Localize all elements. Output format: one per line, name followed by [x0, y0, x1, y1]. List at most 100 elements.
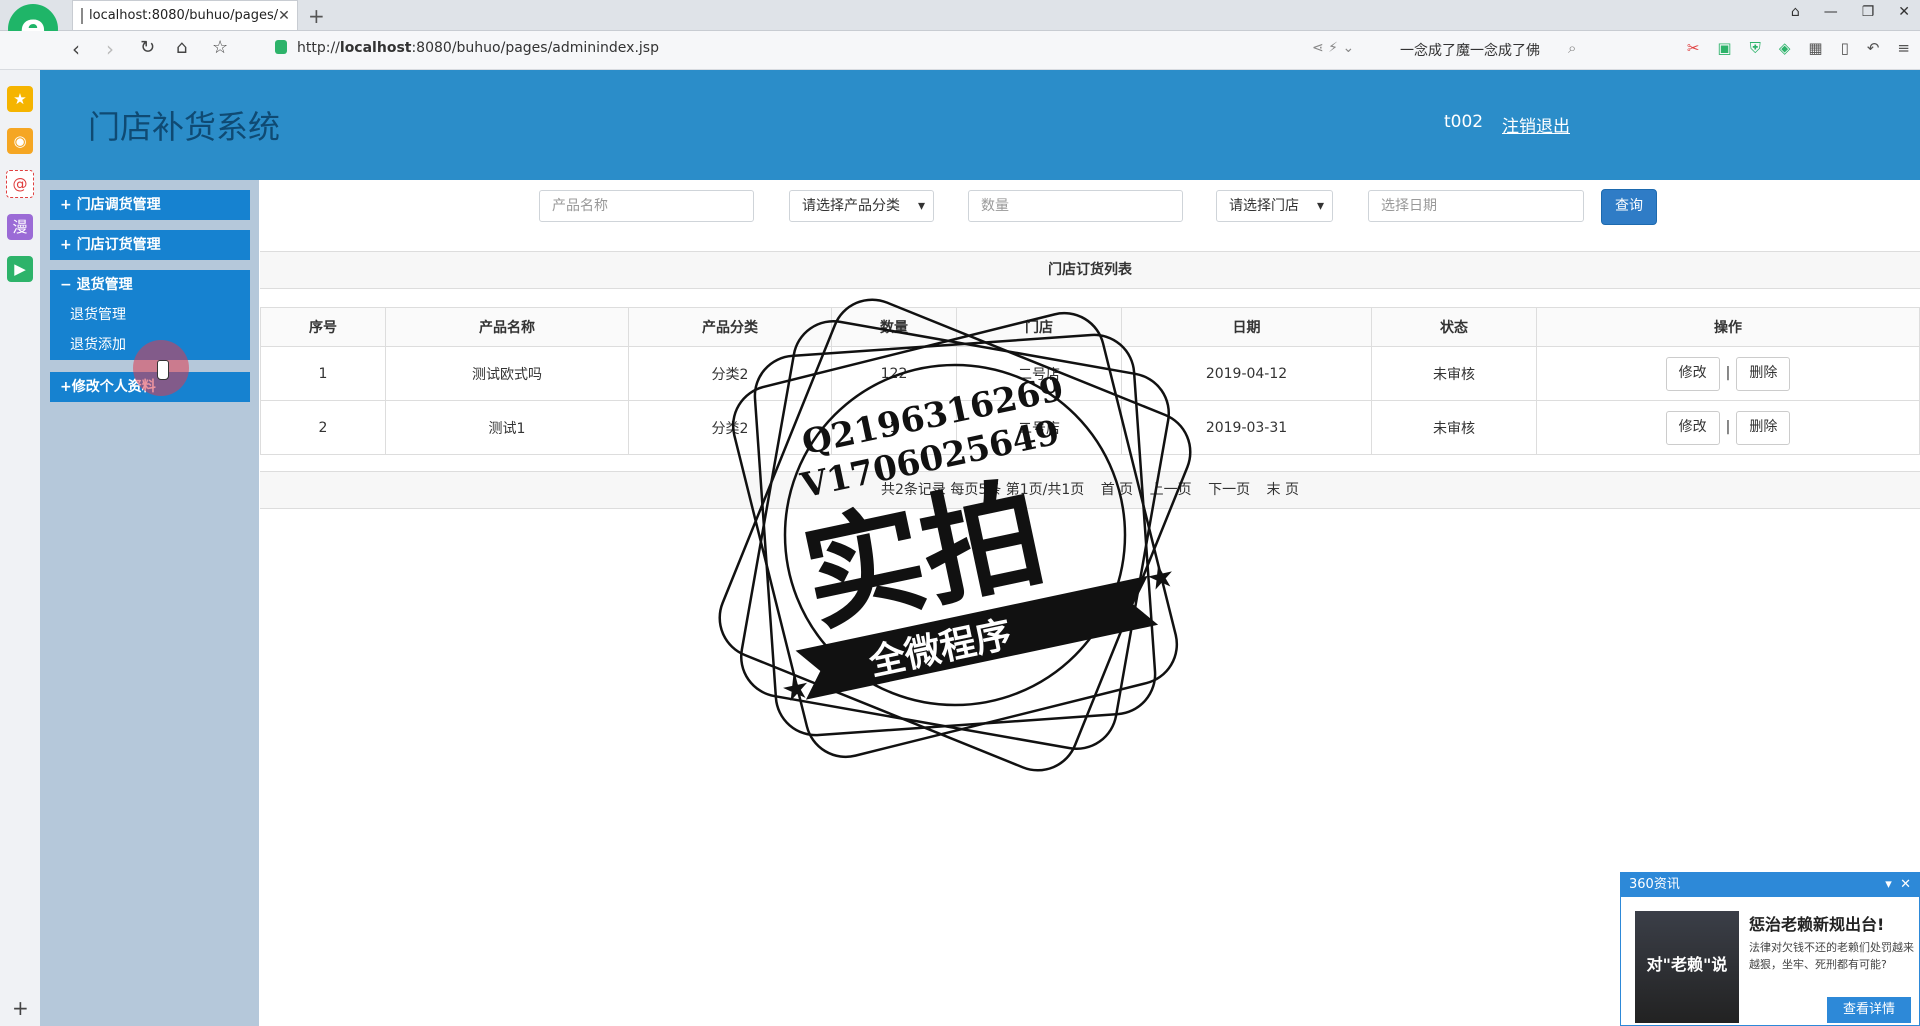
current-user: t002 — [1444, 112, 1484, 132]
share-icon[interactable]: ⋖ ⚡ ⌄ — [1312, 40, 1354, 56]
window-close-icon[interactable]: ✕ — [1898, 4, 1910, 20]
cell-date: 2019-04-12 — [1121, 346, 1372, 401]
search-icon[interactable]: ⌕ — [1568, 39, 1576, 57]
cell-store: 二号店 — [956, 346, 1122, 401]
pagination-summary: 共2条记录 每页5条 第1页/共1页 — [881, 482, 1085, 498]
url-field[interactable]: http://localhost:8080/buhuo/pages/admini… — [275, 40, 659, 56]
secure-shield-icon — [275, 40, 287, 54]
cell-actions: 修改 | 删除 — [1536, 346, 1920, 401]
news-close-icon[interactable]: ✕ — [1900, 877, 1911, 892]
forward-icon[interactable]: › — [106, 37, 114, 61]
game-icon[interactable]: ◈ — [1779, 39, 1791, 57]
apps-grid-icon[interactable]: ▦ — [1808, 39, 1822, 57]
table-caption: 门店订货列表 — [260, 251, 1920, 289]
next-page-link[interactable]: 下一页 — [1208, 482, 1250, 498]
logout-link[interactable]: 注销退出 — [1502, 112, 1570, 137]
browser-tab-bar: localhost:8080/buhuo/pages/ ✕ + ⌂ — ❐ ✕ — [0, 0, 1920, 31]
cell-index: 2 — [260, 400, 386, 455]
news-image-caption: 对"老赖"说 — [1646, 955, 1728, 974]
delete-button[interactable]: 删除 — [1736, 356, 1791, 391]
col-header-actions: 操作 — [1536, 307, 1920, 347]
cell-product-name: 测试1 — [385, 400, 629, 455]
menu-group-store-transfer[interactable]: + 门店调货管理 — [50, 190, 250, 220]
col-header-store: 门店 — [956, 307, 1122, 347]
restore-icon[interactable]: ❐ — [1862, 4, 1875, 20]
browser-tab[interactable]: localhost:8080/buhuo/pages/ ✕ — [72, 0, 298, 30]
news-popup-title: 360资讯 — [1629, 877, 1680, 892]
mouse-cursor-icon — [133, 340, 189, 396]
url-scheme: http:// — [297, 40, 340, 56]
add-sidebar-icon[interactable]: + — [12, 996, 29, 1020]
undo-icon[interactable]: ↶ — [1867, 39, 1880, 57]
favorites-icon[interactable]: ★ — [7, 86, 33, 112]
cell-actions: 修改 | 删除 — [1536, 400, 1920, 455]
mail-icon[interactable]: @ — [6, 170, 34, 198]
table-row: 1 测试欧式吗 分类2 122 二号店 2019-04-12 未审核 修改 | 删除 — [260, 346, 1920, 401]
cell-quantity: 1 — [831, 400, 957, 455]
col-header-category: 产品分类 — [628, 307, 832, 347]
cell-status: 未审核 — [1371, 346, 1537, 401]
favorite-star-icon[interactable]: ☆ — [212, 37, 228, 58]
col-header-quantity: 数量 — [831, 307, 957, 347]
menu-group-store-order[interactable]: + 门店订货管理 — [50, 230, 250, 260]
cell-date: 2019-03-31 — [1121, 400, 1372, 455]
col-header-product-name: 产品名称 — [385, 307, 629, 347]
cell-status: 未审核 — [1371, 400, 1537, 455]
news-popup-header: 360资讯 ▾ ✕ — [1621, 873, 1919, 897]
back-icon[interactable]: ‹ — [72, 37, 80, 61]
prev-page-link[interactable]: 上一页 — [1150, 482, 1192, 498]
collapse-icon[interactable]: ▾ — [1885, 877, 1892, 892]
last-page-link[interactable]: 末 页 — [1267, 482, 1299, 498]
store-select[interactable]: 请选择门店 — [1216, 190, 1333, 222]
tab-title: localhost:8080/buhuo/pages/ — [89, 8, 279, 23]
cell-category: 分类2 — [628, 400, 832, 455]
first-page-link[interactable]: 首 页 — [1101, 482, 1133, 498]
action-separator: | — [1725, 418, 1731, 435]
delete-button[interactable]: 删除 — [1736, 410, 1791, 445]
date-input[interactable]: 选择日期 — [1368, 190, 1584, 222]
page-favicon-icon — [81, 7, 83, 24]
table-row: 2 测试1 分类2 1 二号店 2019-03-31 未审核 修改 | 删除 — [260, 400, 1920, 455]
window-controls: ⌂ — ❐ ✕ — [1791, 4, 1910, 20]
news-headline[interactable]: 惩治老赖新规出台! — [1749, 911, 1884, 935]
menu-icon[interactable]: ≡ — [1897, 39, 1910, 57]
address-search-box[interactable]: ⋖ ⚡ ⌄ — [1312, 40, 1414, 56]
video-icon[interactable]: ▶ — [7, 256, 33, 282]
news-image[interactable]: 对"老赖"说 — [1635, 911, 1739, 1023]
tab-close-icon[interactable]: ✕ — [278, 8, 290, 24]
search-box-text[interactable]: 一念成了魔一念成了佛 — [1400, 40, 1540, 60]
col-header-status: 状态 — [1371, 307, 1537, 347]
weibo-icon[interactable]: ◉ — [7, 128, 33, 154]
edit-button[interactable]: 修改 — [1665, 410, 1720, 445]
menu-item-returns-manage[interactable]: 退货管理 — [50, 300, 250, 330]
news-popup: 360资讯 ▾ ✕ 对"老赖"说 惩治老赖新规出台! 法律对欠钱不还的老赖们处罚… — [1620, 872, 1920, 1026]
quantity-input[interactable]: 数量 — [968, 190, 1183, 222]
home-icon[interactable]: ⌂ — [176, 37, 187, 58]
news-summary: 法律对欠钱不还的老赖们处罚越来越狠，坐牢、死刑都有可能? — [1749, 941, 1914, 971]
url-host: localhost — [339, 40, 412, 56]
security-icon[interactable]: ⛨ — [1750, 39, 1761, 57]
news-details-button[interactable]: 查看详情 — [1827, 997, 1911, 1023]
address-bar: ‹ › ↻ ⌂ ☆ http://localhost:8080/buhuo/pa… — [0, 31, 1920, 70]
minimize-icon[interactable]: — — [1824, 4, 1838, 20]
pagination: 共2条记录 每页5条 第1页/共1页 首 页 上一页 下一页 末 页 — [260, 471, 1920, 509]
browser-sidebar: ★ ◉ @ 漫 ▶ + — [0, 70, 41, 1026]
edit-button[interactable]: 修改 — [1665, 356, 1720, 391]
comic-icon[interactable]: 漫 — [7, 214, 33, 240]
product-name-input[interactable]: 产品名称 — [539, 190, 754, 222]
refresh-icon[interactable]: ↻ — [140, 37, 155, 58]
cell-category: 分类2 — [628, 346, 832, 401]
screenshot-scissors-icon[interactable]: ✂ — [1687, 39, 1700, 57]
category-select[interactable]: 请选择产品分类 — [789, 190, 934, 222]
side-menu: + 门店调货管理 + 门店订货管理 − 退货管理 退货管理 退货添加 +修改个人… — [40, 180, 259, 1026]
action-separator: | — [1725, 364, 1731, 381]
browser-toolbar: ✂ ▣ ⛨ ◈ ▦ ▯ ↶ ≡ — [1687, 39, 1910, 57]
mobile-icon[interactable]: ▯ — [1841, 39, 1849, 57]
query-button[interactable]: 查询 — [1601, 189, 1657, 225]
translate-icon[interactable]: ▣ — [1717, 39, 1731, 57]
new-tab-icon[interactable]: + — [308, 4, 325, 28]
skin-icon[interactable]: ⌂ — [1791, 4, 1800, 20]
cell-product-name: 测试欧式吗 — [385, 346, 629, 401]
order-table: 序号 产品名称 产品分类 数量 门店 日期 状态 操作 1 测试欧式吗 分类2 … — [260, 307, 1920, 455]
menu-group-returns-header[interactable]: − 退货管理 — [50, 270, 250, 300]
